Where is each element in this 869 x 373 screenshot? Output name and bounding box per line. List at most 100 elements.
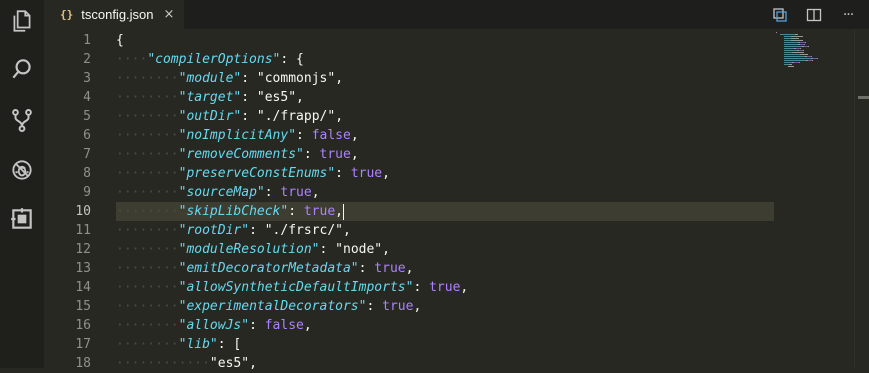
indent-whitespace: ········	[116, 71, 179, 86]
vertical-scrollbar[interactable]	[854, 29, 869, 368]
code-token: "es5"	[256, 90, 297, 105]
code-line[interactable]: 15 ········"experimentalDecorators": true…	[44, 297, 774, 316]
code-line[interactable]: 12 ········"moduleResolution": "node",	[44, 240, 774, 259]
open-changes-icon[interactable]	[767, 4, 793, 26]
debug-icon[interactable]	[8, 156, 36, 184]
line-number: 1	[83, 33, 91, 48]
code-line[interactable]: 14 ········"allowSyntheticDefaultImports"…	[44, 278, 774, 297]
code-line[interactable]: 8 ········"preserveConstEnums": true,	[44, 164, 774, 183]
indent-whitespace: ········	[116, 204, 179, 219]
code-line[interactable]: 11 ········"rootDir": "./frsrc/",	[44, 221, 774, 240]
line-content: ········"target": "es5",	[116, 88, 304, 107]
code-token: :	[241, 90, 257, 105]
code-line[interactable]: 18 ············"es5",	[44, 354, 774, 373]
line-number: 8	[83, 166, 91, 181]
line-content: ········"experimentalDecorators": true,	[116, 297, 421, 316]
minimap-token	[805, 42, 806, 43]
indent-whitespace: ········	[116, 280, 179, 295]
code-editor[interactable]: 1{2 ····"compilerOptions": {3 ········"mod…	[44, 29, 774, 371]
minimap-token	[784, 46, 802, 47]
code-token: ,	[350, 147, 359, 162]
code-token: ,	[413, 299, 422, 314]
code-line[interactable]: 3 ········"module": "commonjs",	[44, 69, 774, 88]
code-token: "preserveConstEnums"	[178, 166, 336, 181]
code-line[interactable]: 13 ········"emitDecoratorMetadata": true,	[44, 259, 774, 278]
code-token: : [	[217, 337, 242, 352]
line-number: 12	[75, 242, 91, 257]
code-token: "outDir"	[178, 109, 242, 124]
explorer-icon[interactable]	[8, 7, 36, 35]
line-content: ········"outDir": "./frapp/",	[116, 107, 343, 126]
code-line[interactable]: 7 ········"removeComments": true,	[44, 145, 774, 164]
code-token: "rootDir"	[178, 223, 250, 238]
code-line[interactable]: 4 ········"target": "es5",	[44, 88, 774, 107]
tab-tsconfig[interactable]: {} tsconfig.json ×	[44, 0, 184, 29]
code-token: {	[116, 33, 124, 48]
split-editor-icon[interactable]	[801, 4, 827, 26]
indent-whitespace: ········	[116, 223, 179, 238]
code-token: true	[374, 261, 406, 276]
code-token: :	[296, 128, 312, 143]
indent-whitespace: ········	[116, 337, 179, 352]
code-token: ,	[382, 166, 390, 181]
minimap-token	[798, 38, 799, 39]
code-token: "es5"	[209, 356, 250, 371]
code-token: "node"	[335, 242, 383, 257]
line-content: ············"es5",	[116, 354, 257, 373]
code-line[interactable]: 17 ········"lib": [	[44, 335, 774, 354]
json-file-icon: {}	[60, 8, 74, 21]
code-line[interactable]: 6 ········"noImplicitAny": false,	[44, 126, 774, 145]
source-control-icon[interactable]	[8, 106, 36, 134]
code-line[interactable]: 1{	[44, 31, 774, 50]
search-icon[interactable]	[8, 55, 36, 83]
minimap[interactable]	[774, 29, 854, 368]
close-icon[interactable]: ×	[164, 7, 175, 22]
minimap-token	[784, 52, 792, 53]
code-token: ,	[335, 71, 344, 86]
code-token: ,	[249, 356, 257, 371]
code-token: :	[413, 280, 430, 295]
code-token: "lib"	[178, 337, 218, 352]
code-token: true	[429, 280, 461, 295]
minimap-token	[776, 32, 777, 33]
code-token: "./frsrc/"	[264, 223, 344, 238]
line-content: ········"skipLibCheck": true,	[116, 202, 344, 221]
line-number: 11	[75, 223, 91, 238]
code-token: ,	[343, 223, 351, 238]
code-line[interactable]: 10 ········"skipLibCheck": true,	[44, 202, 774, 221]
code-token: ,	[296, 90, 304, 105]
indent-whitespace: ········	[116, 261, 179, 276]
line-content: ········"preserveConstEnums": true,	[116, 164, 390, 183]
line-content: ········"rootDir": "./frsrc/",	[116, 221, 351, 240]
line-content: ········"allowJs": false,	[116, 316, 312, 335]
indent-whitespace: ············	[116, 356, 210, 371]
minimap-token	[811, 56, 812, 57]
code-line[interactable]: 16 ········"allowJs": false,	[44, 316, 774, 335]
minimap-token	[784, 58, 811, 59]
indent-whitespace: ········	[116, 242, 179, 257]
more-actions-icon[interactable]: ···	[835, 4, 861, 26]
scroll-thumb[interactable]	[858, 96, 869, 99]
code-token: ,	[382, 242, 390, 257]
code-token: "commonjs"	[256, 71, 336, 86]
editor-actions: ···	[767, 0, 869, 29]
line-number: 17	[75, 337, 91, 352]
minimap-token	[802, 40, 803, 41]
extensions-icon[interactable]	[8, 205, 36, 233]
line-number: 5	[83, 109, 91, 124]
code-token: :	[249, 223, 265, 238]
code-line[interactable]: 9 ········"sourceMap": true,	[44, 183, 774, 202]
line-number: 9	[83, 185, 91, 200]
code-token: "allowJs"	[178, 318, 250, 333]
line-content: ········"lib": [	[116, 335, 241, 354]
code-line[interactable]: 2 ····"compilerOptions": {	[44, 50, 774, 69]
code-token: "moduleResolution"	[178, 242, 320, 257]
code-line[interactable]: 5 ········"outDir": "./frapp/",	[44, 107, 774, 126]
line-number: 15	[75, 299, 91, 314]
code-token: "./frapp/"	[256, 109, 336, 124]
minimap-token	[784, 60, 806, 61]
code-token: true	[303, 204, 336, 219]
minimap-token	[780, 34, 795, 35]
minimap-token	[808, 46, 809, 47]
code-token: :	[303, 147, 320, 162]
